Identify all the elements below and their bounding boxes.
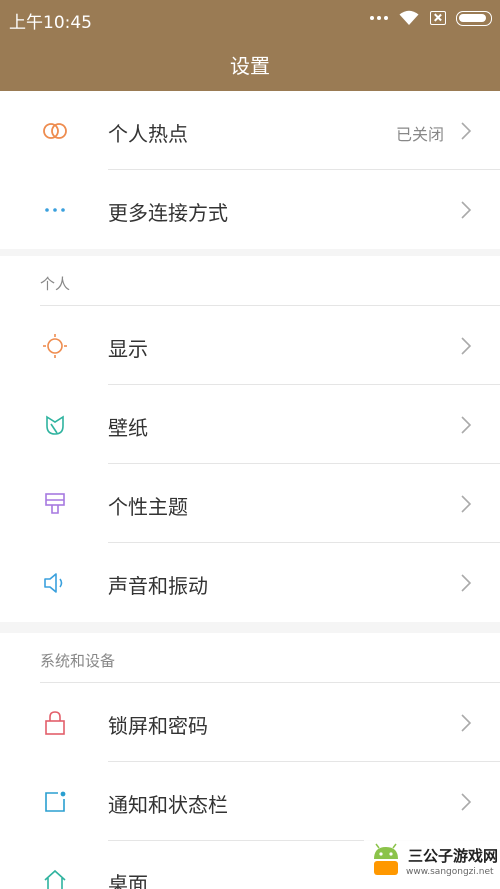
notification-icon — [42, 789, 68, 815]
notification-row[interactable]: 通知和状态栏 — [0, 762, 500, 841]
status-icons — [370, 9, 492, 27]
chevron-right-icon — [461, 416, 472, 434]
sound-label: 声音和振动 — [108, 574, 208, 598]
more-connections-label: 更多连接方式 — [108, 201, 228, 225]
sound-row[interactable]: 声音和振动 — [0, 543, 500, 622]
no-sim-icon — [430, 11, 446, 25]
lock-row[interactable]: 锁屏和密码 — [0, 683, 500, 762]
battery-icon — [456, 10, 492, 26]
status-time: 上午10:45 — [9, 13, 92, 33]
lock-icon — [42, 710, 68, 736]
watermark-url: www.sangongzi.net — [406, 867, 494, 877]
theme-row[interactable]: 个性主题 — [0, 464, 500, 543]
more-notifications-icon — [370, 16, 388, 20]
chevron-right-icon — [461, 122, 472, 140]
more-connections-row[interactable]: 更多连接方式 — [0, 170, 500, 249]
title-bar: 上午10:45 设置 — [0, 0, 500, 91]
android-mascot-icon — [374, 843, 398, 875]
theme-label: 个性主题 — [108, 495, 188, 519]
connection-group: 个人热点 已关闭 更多连接方式 — [0, 91, 500, 249]
home-icon — [42, 868, 68, 889]
more-dots-icon — [42, 197, 68, 223]
notification-label: 通知和状态栏 — [108, 793, 228, 817]
chevron-right-icon — [461, 201, 472, 219]
speaker-icon — [42, 570, 68, 596]
wallpaper-row[interactable]: 壁纸 — [0, 385, 500, 464]
status-bar: 上午10:45 — [0, 0, 500, 36]
section-header-system: 系统和设备 — [0, 633, 500, 683]
chevron-right-icon — [461, 793, 472, 811]
hotspot-row[interactable]: 个人热点 已关闭 — [0, 91, 500, 170]
chevron-right-icon — [461, 574, 472, 592]
chevron-right-icon — [461, 337, 472, 355]
section-header-personal: 个人 — [0, 256, 500, 306]
wifi-icon — [399, 10, 419, 25]
theme-brush-icon — [42, 491, 68, 517]
section-title: 系统和设备 — [40, 652, 116, 670]
display-row[interactable]: 显示 — [0, 306, 500, 385]
wallpaper-label: 壁纸 — [108, 416, 148, 440]
lock-label: 锁屏和密码 — [108, 714, 208, 738]
page-title: 设置 — [230, 54, 270, 78]
home-screen-label: 桌面 — [108, 872, 148, 889]
display-sun-icon — [42, 333, 68, 359]
personal-group: 个人 显示 壁纸 个性主题 声音和振动 — [0, 256, 500, 622]
hotspot-label: 个人热点 — [108, 122, 188, 146]
watermark-title: 三公子游戏网 — [408, 847, 499, 865]
hotspot-status: 已关闭 — [395, 125, 444, 144]
site-watermark: 三公子游戏网 www.sangongzi.net — [364, 837, 500, 889]
hotspot-icon — [42, 118, 68, 144]
chevron-right-icon — [461, 495, 472, 513]
chevron-right-icon — [461, 714, 472, 732]
wallpaper-icon — [42, 412, 68, 438]
section-title: 个人 — [40, 275, 71, 293]
display-label: 显示 — [108, 337, 148, 361]
